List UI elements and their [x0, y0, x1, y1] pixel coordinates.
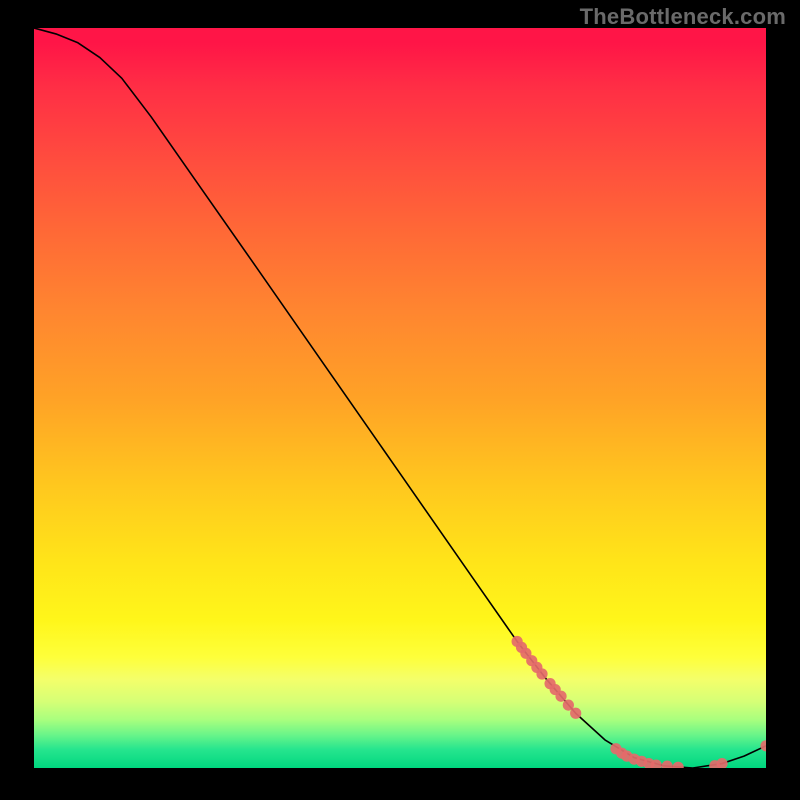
bottleneck-curve: [34, 28, 766, 768]
curve-marker: [662, 761, 673, 768]
chart-frame: TheBottleneck.com: [0, 0, 800, 800]
curve-marker: [536, 668, 547, 679]
curve-marker: [716, 758, 727, 768]
curve-marker: [673, 762, 684, 768]
watermark-text: TheBottleneck.com: [580, 4, 786, 30]
curve-marker: [570, 708, 581, 719]
curve-marker: [555, 691, 566, 702]
plot-area: [34, 28, 766, 768]
curve-markers: [512, 636, 766, 768]
curve-marker: [760, 740, 766, 751]
curve-svg: [34, 28, 766, 768]
